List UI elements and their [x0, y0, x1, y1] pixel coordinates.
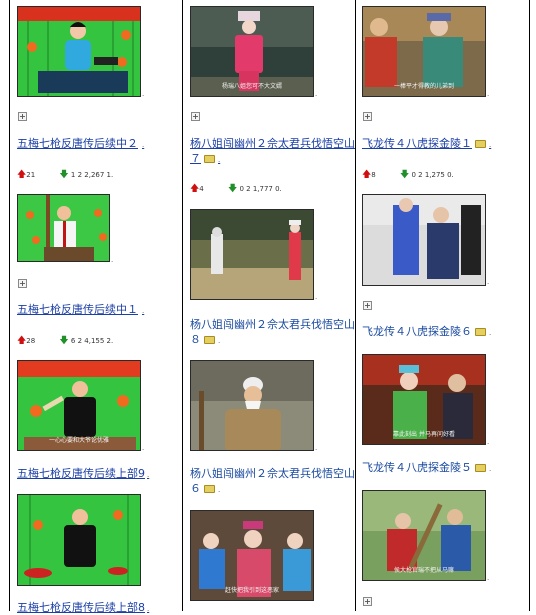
- paragraph-mark: .: [489, 329, 492, 337]
- video-title-link[interactable]: 五梅七枪反唐传后续上部8.: [17, 600, 149, 615]
- video-title-link[interactable]: 杨八姐闯幽州２佘太君兵伐悟空山７.: [190, 136, 355, 166]
- video-caption: 靠此刻出 并马再问好看: [393, 431, 455, 438]
- video-title-link[interactable]: 五梅七枪反唐传后续中２.: [17, 136, 144, 151]
- video-thumbnail[interactable]: [190, 209, 314, 300]
- expand-icon[interactable]: +: [18, 112, 27, 121]
- video-stats: 🡅8 🡇 0 2 1,275 0.: [362, 170, 454, 180]
- paragraph-mark: .: [147, 605, 150, 613]
- column-divider: [355, 0, 356, 611]
- video-thumbnail[interactable]: [362, 194, 486, 286]
- folder-icon[interactable]: [475, 140, 486, 148]
- video-title-link[interactable]: 飞龙传４八虎探金陵６.: [362, 324, 491, 339]
- video-title-link[interactable]: 五梅七枪反唐传后续中１.: [17, 302, 144, 317]
- column-divider: [9, 0, 10, 611]
- paragraph-mark: .: [315, 444, 318, 452]
- paragraph-mark: .: [315, 90, 318, 98]
- thumbs-down-icon[interactable]: 🡇: [59, 336, 68, 346]
- video-thumbnail[interactable]: 杨瑞八姐您可不大文婿: [190, 6, 314, 97]
- video-thumbnail[interactable]: [17, 194, 110, 262]
- thumbs-up-icon[interactable]: 🡅: [17, 336, 26, 346]
- expand-icon[interactable]: +: [191, 112, 200, 121]
- video-thumbnail[interactable]: 侯大枪官瑞不把从马嘛: [362, 490, 486, 581]
- folder-icon[interactable]: [475, 328, 486, 336]
- paragraph-mark: .: [315, 293, 318, 301]
- thumbs-down-icon[interactable]: 🡇: [228, 184, 237, 194]
- paragraph-mark: .: [218, 337, 221, 345]
- video-title-link[interactable]: 杨八姐闯幽州２佘太君兵伐悟空山８.: [190, 317, 355, 347]
- paragraph-mark: .: [147, 471, 150, 479]
- paragraph-mark: .: [487, 90, 490, 98]
- thumbs-up-icon[interactable]: 🡅: [17, 170, 26, 180]
- video-thumbnail[interactable]: 一棒平才得教的儿弟到: [362, 6, 486, 97]
- expand-icon[interactable]: +: [18, 279, 27, 288]
- video-title-link[interactable]: 杨八姐闯幽州２佘太君兵伐悟空山６.: [190, 466, 355, 496]
- paragraph-mark: .: [218, 156, 221, 164]
- paragraph-mark: .: [142, 444, 145, 452]
- paragraph-mark: .: [489, 465, 492, 473]
- expand-icon[interactable]: +: [363, 301, 372, 310]
- paragraph-mark: .: [489, 141, 492, 149]
- thumbs-up-icon[interactable]: 🡅: [190, 184, 199, 194]
- folder-icon[interactable]: [204, 485, 215, 493]
- paragraph-mark: .: [487, 278, 490, 286]
- paragraph-mark: .: [487, 574, 490, 582]
- video-caption: 侯大枪官瑞不把从马嘛: [393, 567, 454, 574]
- thumbs-up-icon[interactable]: 🡅: [362, 170, 371, 180]
- video-thumbnail[interactable]: 一心心要和大爷论优雅: [17, 360, 141, 451]
- video-title-link[interactable]: 飞龙传４八虎探金陵１.: [362, 136, 491, 151]
- paragraph-mark: .: [142, 90, 145, 98]
- video-thumbnail[interactable]: 靠此刻出 并马再问好看: [362, 354, 486, 445]
- paragraph-mark: .: [111, 256, 114, 264]
- video-stats: 🡅4 🡇 0 2 1,777 0.: [190, 184, 282, 194]
- paragraph-mark: .: [218, 486, 221, 494]
- paragraph-mark: .: [487, 438, 490, 446]
- column-divider: [529, 0, 530, 611]
- video-thumbnail[interactable]: [190, 360, 314, 451]
- video-stats: 🡅21 🡇 1 2 2,267 1.: [17, 170, 114, 180]
- paragraph-mark: .: [142, 307, 145, 315]
- column-divider: [182, 0, 183, 611]
- thumbs-down-icon[interactable]: 🡇: [400, 170, 409, 180]
- expand-icon[interactable]: +: [363, 597, 372, 606]
- expand-icon[interactable]: +: [363, 112, 372, 121]
- video-title-link[interactable]: 飞龙传４八虎探金陵５.: [362, 460, 491, 475]
- video-caption: 杨瑞八姐您可不大文婿: [221, 83, 282, 90]
- folder-icon[interactable]: [204, 336, 215, 344]
- video-thumbnail[interactable]: [17, 494, 141, 586]
- video-stats: 🡅28 🡇 6 2 4,155 2.: [17, 336, 114, 346]
- folder-icon[interactable]: [204, 155, 215, 163]
- video-caption: 赶快把我引到这恶家: [224, 587, 279, 594]
- paragraph-mark: .: [142, 141, 145, 149]
- video-caption: 一棒平才得教的儿弟到: [393, 83, 454, 90]
- folder-icon[interactable]: [475, 464, 486, 472]
- thumbs-down-icon[interactable]: 🡇: [59, 170, 68, 180]
- video-caption: 一心心要和大爷论优雅: [48, 437, 109, 444]
- video-title-link[interactable]: 五梅七枪反唐传后续上部9.: [17, 466, 149, 481]
- video-thumbnail[interactable]: 赶快把我引到这恶家: [190, 510, 314, 601]
- video-thumbnail[interactable]: [17, 6, 141, 97]
